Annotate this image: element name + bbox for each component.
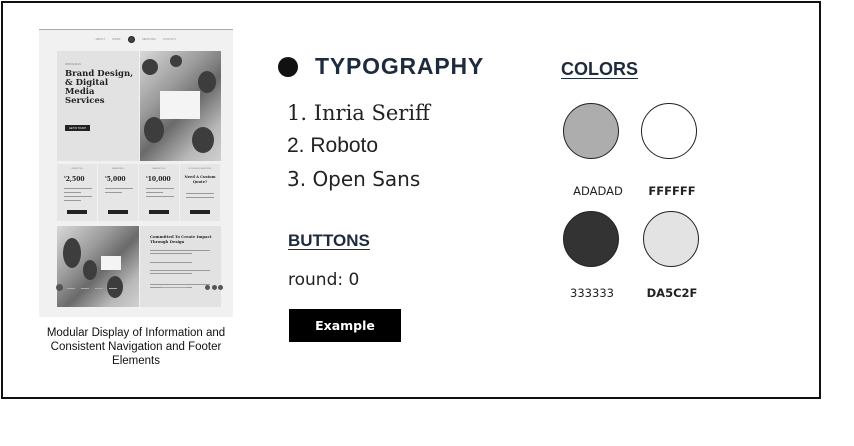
mockup-caption: Modular Display of Information and Consi… [46, 327, 226, 367]
mockup-custom-kicker: IN DESIGN SERVICES [188, 168, 212, 170]
mockup-hero-kicker: WEB DESIGN [65, 63, 81, 66]
mockup-pricing-button [67, 210, 87, 214]
mockup-footer-logo-icon [56, 284, 63, 291]
mockup-nav-item: CONTACT [163, 37, 177, 41]
font-item: 3. Open Sans [287, 167, 421, 191]
bullet-icon [278, 57, 298, 77]
colors-heading: COLORS [561, 59, 639, 79]
color-swatch-label: DA5C2F [646, 286, 698, 300]
mockup-social-icons [205, 285, 223, 290]
mockup-logo-icon [127, 35, 135, 43]
button-radius-value: round: 0 [288, 270, 360, 290]
mockup-pricing-button [108, 210, 128, 214]
example-button[interactable]: Example [289, 309, 401, 342]
mockup-hero: WEB DESIGN Brand Design, & Digital Media… [57, 51, 139, 161]
mockup-hero-button: GET IN TOUCH [65, 125, 90, 131]
font-item: 1. Inria Seriff [287, 101, 430, 125]
mockup-pricing-price: $5,000 [105, 176, 126, 183]
color-swatch [641, 103, 697, 159]
mockup-pricing-card: MARKETING $10,000 [139, 164, 179, 221]
mockup-footer-links [67, 286, 117, 289]
mockup-footer-copyright [161, 287, 187, 288]
mockup-pricing-price: $2,500 [64, 176, 85, 183]
mockup-pricing-kicker: MARKETING [152, 168, 166, 170]
mockup-feature-title: Committed To Create Impact Through Desig… [150, 234, 212, 244]
mockup-pricing-kicker: WEBSITES [71, 168, 83, 170]
mockup-pricing-button [149, 210, 169, 214]
mockup-feature-box: Committed To Create Impact Through Desig… [140, 226, 221, 307]
mockup-pricing-price: $10,000 [146, 176, 171, 183]
buttons-heading: BUTTONS [288, 231, 370, 250]
font-item: 2. Roboto [287, 134, 379, 157]
mockup-hero-photo [140, 51, 221, 161]
mockup-custom-quote-card: IN DESIGN SERVICES Need A Custom Quote? [180, 164, 220, 221]
color-swatch [563, 103, 619, 159]
mockup-hero-title: Brand Design, & Digital Media Services [65, 69, 134, 106]
mockup-nav-item: SERVICES [141, 37, 157, 41]
mockup-feature-photo [57, 226, 139, 307]
color-swatch [643, 211, 699, 267]
mockup-pricing-card: BRANDING $5,000 [98, 164, 138, 221]
color-swatch-label: FFFFFF [648, 184, 696, 198]
font-list: 1. Inria Seriff 2. Roboto 3. Open Sans [287, 101, 430, 200]
mockup-custom-title: Need A Custom Quote? [184, 175, 216, 184]
typography-heading: TYPOGRAPHY [315, 53, 485, 79]
mockup-nav: ABOUT WORK SERVICES CONTACT [39, 30, 233, 48]
website-mockup-thumbnail: ABOUT WORK SERVICES CONTACT WEB DESIGN B… [39, 29, 233, 317]
mockup-custom-button [190, 210, 210, 214]
mockup-pricing-kicker: BRANDING [112, 168, 124, 170]
mockup-pricing-card: WEBSITES $2,500 [57, 164, 97, 221]
color-swatch [563, 211, 619, 267]
mockup-nav-item: WORK [112, 37, 121, 41]
color-swatch-label: 333333 [570, 286, 614, 300]
mockup-nav-item: ABOUT [95, 37, 106, 41]
